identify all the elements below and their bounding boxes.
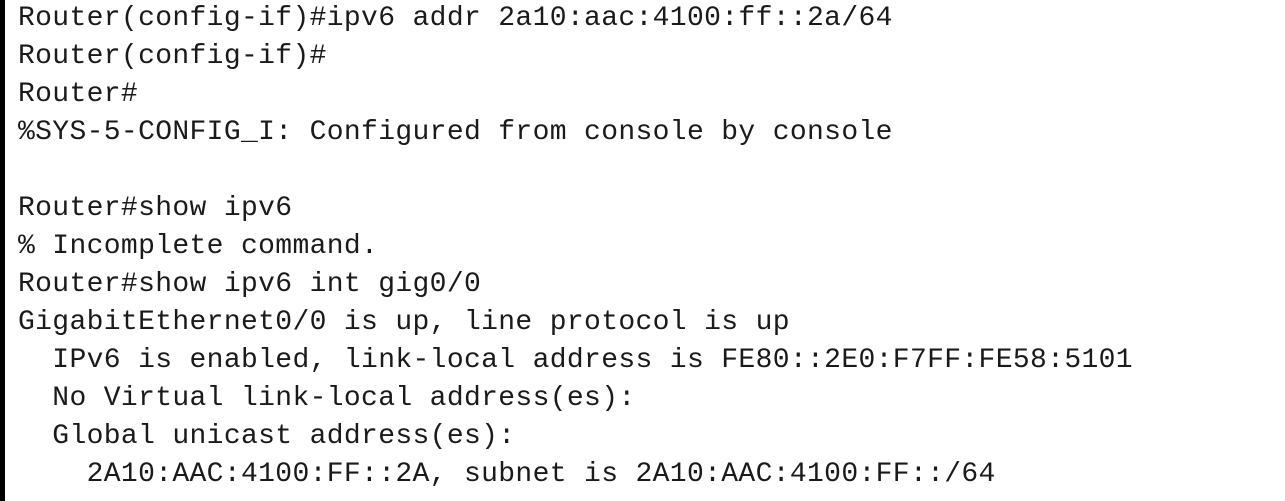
terminal-line: Router#show ipv6 int gig0/0: [18, 269, 482, 300]
terminal-line: Router(config-if)#ipv6 addr 2a10:aac:410…: [18, 3, 893, 34]
terminal-line: GigabitEthernet0/0 is up, line protocol …: [18, 307, 790, 338]
terminal-line: Router(config-if)#: [18, 41, 327, 72]
terminal-line: No Virtual link-local address(es):: [18, 383, 636, 414]
terminal-line: % Incomplete command.: [18, 231, 379, 262]
terminal-line: %SYS-5-CONFIG_I: Configured from console…: [18, 117, 893, 148]
terminal-lines: Router(config-if)#ipv6 addr 2a10:aac:410…: [18, 0, 1133, 494]
terminal-line: Router#show ipv6: [18, 193, 293, 224]
terminal-line: Global unicast address(es):: [18, 421, 516, 452]
terminal-line: IPv6 is enabled, link-local address is F…: [18, 345, 1133, 376]
terminal-output[interactable]: Router(config-if)#ipv6 addr 2a10:aac:410…: [0, 0, 1285, 501]
terminal-line: 2A10:AAC:4100:FF::2A, subnet is 2A10:AAC…: [18, 459, 996, 490]
terminal-line: Router#: [18, 79, 139, 110]
